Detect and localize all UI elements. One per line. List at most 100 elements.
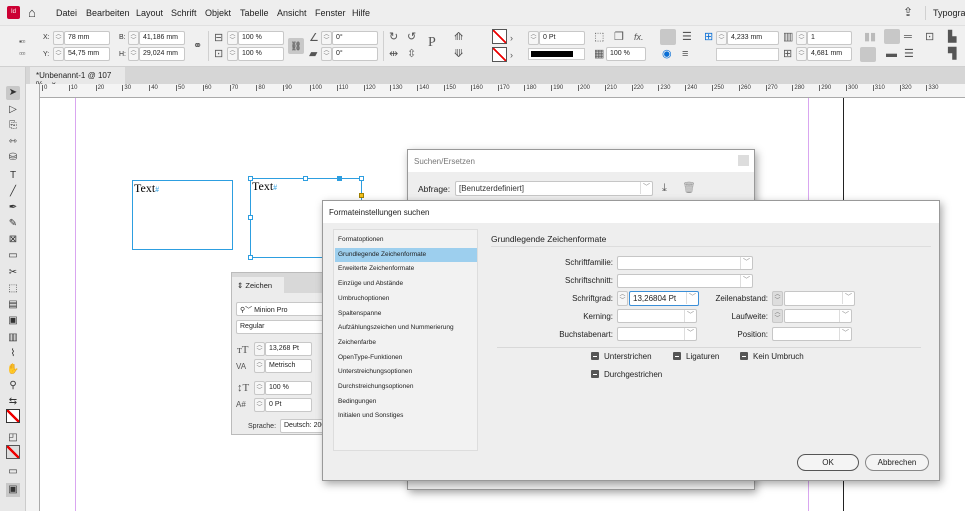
- stroke-weight-stepper[interactable]: ︿ ﹀: [528, 31, 539, 45]
- format-list-item[interactable]: Durchstreichungsoptionen: [335, 380, 477, 394]
- align-select[interactable]: [716, 48, 779, 61]
- home-icon[interactable]: ⌂: [28, 5, 36, 20]
- vertical-ruler[interactable]: [26, 84, 40, 511]
- vertical-scale-field[interactable]: 100 %: [265, 381, 312, 395]
- ok-button[interactable]: OK: [797, 454, 859, 471]
- resize-handle[interactable]: [337, 176, 342, 181]
- pen-tool-icon[interactable]: ✒: [6, 201, 20, 215]
- page-tool-icon[interactable]: ⎘: [6, 119, 20, 133]
- kerning-stepper[interactable]: ︿ ﹀: [254, 359, 265, 373]
- shear-stepper[interactable]: ︿ ﹀: [321, 47, 332, 61]
- menu-bearbeiten[interactable]: Bearbeiten: [86, 8, 130, 18]
- text-wrap-bbox-icon[interactable]: ☰: [682, 31, 692, 43]
- content-collector-icon[interactable]: ⛁: [6, 151, 20, 165]
- menu-objekt[interactable]: Objekt: [205, 8, 231, 18]
- align-center-icon[interactable]: ═: [904, 31, 912, 43]
- rotate-cw-icon[interactable]: ↻: [389, 31, 398, 43]
- save-query-icon[interactable]: ⤓: [662, 182, 667, 194]
- line-tool-icon[interactable]: ╱: [6, 185, 20, 199]
- font-size-field[interactable]: 13,268 Pt: [265, 342, 312, 356]
- fx-icon[interactable]: fx.: [634, 31, 644, 43]
- scissors-tool-icon[interactable]: ✂: [6, 266, 20, 280]
- align-top-edge-icon[interactable]: ▜: [948, 48, 956, 60]
- formatting-container-icon[interactable]: ◰: [6, 431, 20, 445]
- eyedropper-tool-icon[interactable]: ⌇: [6, 347, 20, 361]
- text-frame-options-icon[interactable]: ⬚: [594, 31, 604, 43]
- font-family-select[interactable]: ﹀: [617, 256, 753, 270]
- col-width-stepper[interactable]: ︿ ﹀: [796, 47, 807, 61]
- format-list-item[interactable]: Bedingungen: [335, 395, 477, 409]
- fill-stroke-icon[interactable]: [6, 409, 20, 423]
- hand-tool-icon[interactable]: ✋: [6, 363, 20, 377]
- chevron-right-icon[interactable]: ›: [510, 32, 513, 44]
- format-list-item[interactable]: Unterstreichungsoptionen: [335, 365, 477, 379]
- type-tool-icon[interactable]: T: [6, 169, 20, 183]
- constrain-proportions-icon[interactable]: ⚭: [193, 40, 202, 52]
- workspace-switcher[interactable]: Typograp: [933, 8, 965, 18]
- balance-columns-icon[interactable]: ▮▮: [864, 31, 876, 43]
- strikethrough-checkbox[interactable]: Durchgestrichen: [591, 370, 662, 379]
- format-list-item[interactable]: Grundlegende Zeichenformate: [335, 247, 477, 262]
- opacity-field[interactable]: 100 %: [606, 47, 646, 61]
- width-stepper[interactable]: ︿ ﹀: [128, 31, 139, 45]
- format-list-item[interactable]: Aufzählungszeichen und Nummerierung: [335, 321, 477, 335]
- gutter-stepper[interactable]: ︿ ﹀: [716, 31, 727, 45]
- menu-schrift[interactable]: Schrift: [171, 8, 197, 18]
- scale-y-field[interactable]: 100 %: [238, 47, 284, 61]
- height-field[interactable]: 29,024 mm: [139, 47, 185, 61]
- menu-ansicht[interactable]: Ansicht: [277, 8, 307, 18]
- format-list-item[interactable]: Umbruchoptionen: [335, 292, 477, 306]
- rectangle-frame-tool-icon[interactable]: ⊠: [6, 233, 20, 247]
- delete-query-icon[interactable]: 🗑: [682, 182, 696, 194]
- align-top-button[interactable]: [884, 29, 900, 44]
- columns-field[interactable]: 1: [807, 31, 852, 45]
- x-field[interactable]: 78 mm: [64, 31, 110, 45]
- panel-menu-icon[interactable]: [738, 155, 749, 166]
- flip-vertical-icon[interactable]: ⇳: [407, 48, 416, 60]
- vertical-scale-stepper[interactable]: ︿ ﹀: [254, 381, 265, 395]
- scale-x-stepper[interactable]: ︿ ﹀: [227, 31, 238, 45]
- screen-mode-icon[interactable]: ▭: [6, 465, 20, 479]
- leading-field[interactable]: ﹀: [784, 291, 855, 306]
- pencil-tool-icon[interactable]: ✎: [6, 217, 20, 231]
- note-tool-icon[interactable]: ▥: [6, 331, 20, 345]
- zoom-tool-icon[interactable]: ⚲: [6, 379, 20, 393]
- swap-colors-icon[interactable]: ⇆: [6, 395, 20, 409]
- text-frame-1[interactable]: Text#: [132, 180, 233, 250]
- link-scale-button[interactable]: ⛓: [288, 38, 304, 54]
- stroke-weight-field[interactable]: 0 Pt: [539, 31, 585, 45]
- stroke-type-select[interactable]: [528, 48, 585, 60]
- select-container-icon[interactable]: ⟰: [454, 31, 463, 43]
- format-list-item[interactable]: Initialen und Sonstiges: [335, 409, 477, 423]
- tracking-stepper[interactable]: ︿ ﹀: [772, 309, 783, 323]
- format-list-item[interactable]: Einzüge und Abstände: [335, 277, 477, 291]
- position-select[interactable]: ﹀: [772, 327, 852, 341]
- menu-layout[interactable]: Layout: [136, 8, 163, 18]
- resize-handle[interactable]: [248, 255, 253, 260]
- baseline-shift-stepper[interactable]: ︿ ﹀: [254, 398, 265, 412]
- reference-point-icon[interactable]: ▪▫▫ ▫▫▫: [19, 36, 25, 60]
- format-list-item[interactable]: Formatoptionen: [335, 233, 477, 247]
- stroke-swatch[interactable]: [492, 47, 507, 62]
- x-stepper[interactable]: ︿ ﹀: [53, 31, 64, 45]
- free-transform-tool-icon[interactable]: ⬚: [6, 282, 20, 296]
- flip-horizontal-icon[interactable]: ⇹: [389, 48, 398, 60]
- preview-mode-icon[interactable]: ▣: [6, 483, 20, 497]
- cancel-button[interactable]: Abbrechen: [865, 454, 929, 471]
- drop-shadow-icon[interactable]: ❐: [614, 31, 624, 43]
- gradient-feather-icon[interactable]: ▣: [6, 314, 20, 328]
- angle-stepper[interactable]: ︿ ﹀: [321, 31, 332, 45]
- fill-swatch[interactable]: [492, 29, 507, 44]
- horizontal-ruler[interactable]: 0 10 20 30 40 50 60 70 80 90 100 110 120 130 140 150 160…: [40, 84, 965, 98]
- underline-checkbox[interactable]: Unterstrichen: [591, 352, 652, 361]
- format-list-item[interactable]: Zeichenfarbe: [335, 336, 477, 350]
- select-content-icon[interactable]: ⟱: [454, 48, 463, 60]
- span-columns-button[interactable]: [860, 47, 876, 62]
- font-style-select[interactable]: ﹀: [617, 274, 753, 288]
- gap-tool-icon[interactable]: ⇿: [6, 135, 20, 149]
- align-bottom-icon[interactable]: ▬: [886, 48, 897, 60]
- resize-handle[interactable]: [359, 176, 364, 181]
- baseline-shift-field[interactable]: 0 Pt: [265, 398, 312, 412]
- apply-none-icon[interactable]: [6, 445, 20, 459]
- font-family-field[interactable]: ⚲﹀ Minion Pro: [236, 302, 331, 316]
